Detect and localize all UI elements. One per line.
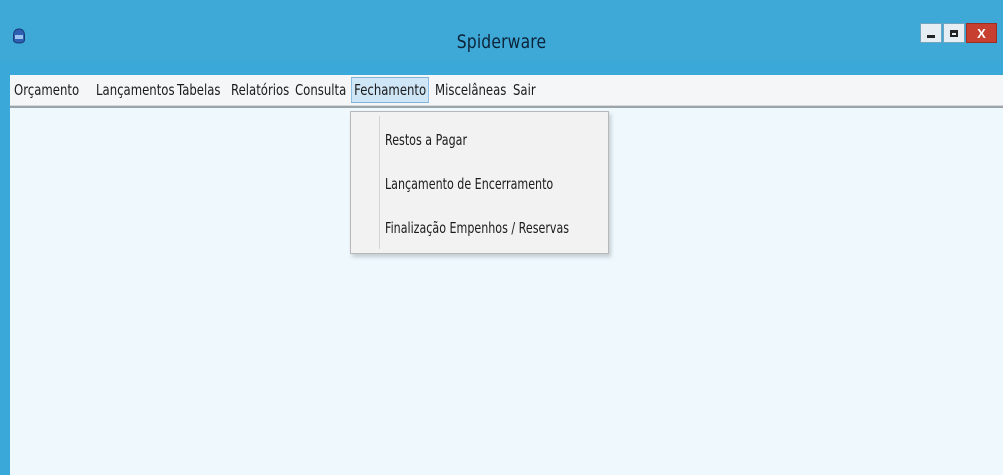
fechamento-dropdown-menu: Restos a Pagar Lançamento de Encerrament… — [350, 111, 609, 254]
menu-item-finalizacao-empenhos-reservas[interactable]: Finalização Empenhos / Reservas — [385, 214, 569, 242]
window-title: Spiderware — [456, 31, 547, 53]
maximize-button[interactable] — [943, 23, 965, 43]
maximize-icon — [950, 29, 958, 37]
menu-miscelaneas[interactable]: Miscelâneas — [435, 77, 506, 103]
minimize-button[interactable] — [920, 23, 942, 43]
menu-lancamentos[interactable]: Lançamentos — [96, 77, 175, 103]
close-icon: X — [977, 25, 986, 41]
minimize-icon — [927, 34, 935, 38]
close-button[interactable]: X — [966, 23, 997, 43]
menu-relatorios[interactable]: Relatórios — [231, 77, 289, 103]
menu-item-restos-a-pagar[interactable]: Restos a Pagar — [385, 126, 467, 154]
menu-consulta[interactable]: Consulta — [295, 77, 346, 103]
menu-item-lancamento-de-encerramento[interactable]: Lançamento de Encerramento — [385, 170, 553, 198]
app-icon[interactable] — [12, 28, 26, 44]
application-window: Spiderware X Orçamento Lançamentos Tabel… — [0, 0, 1003, 475]
menu-fechamento[interactable]: Fechamento — [351, 77, 430, 103]
menu-tabelas[interactable]: Tabelas — [177, 77, 221, 103]
menu-bar: Orçamento Lançamentos Tabelas Relatórios… — [10, 75, 1003, 106]
menu-gutter-divider — [379, 116, 380, 249]
title-bar[interactable]: Spiderware X — [0, 0, 1003, 62]
menu-orcamento[interactable]: Orçamento — [14, 77, 79, 103]
menu-sair[interactable]: Sair — [513, 77, 536, 103]
